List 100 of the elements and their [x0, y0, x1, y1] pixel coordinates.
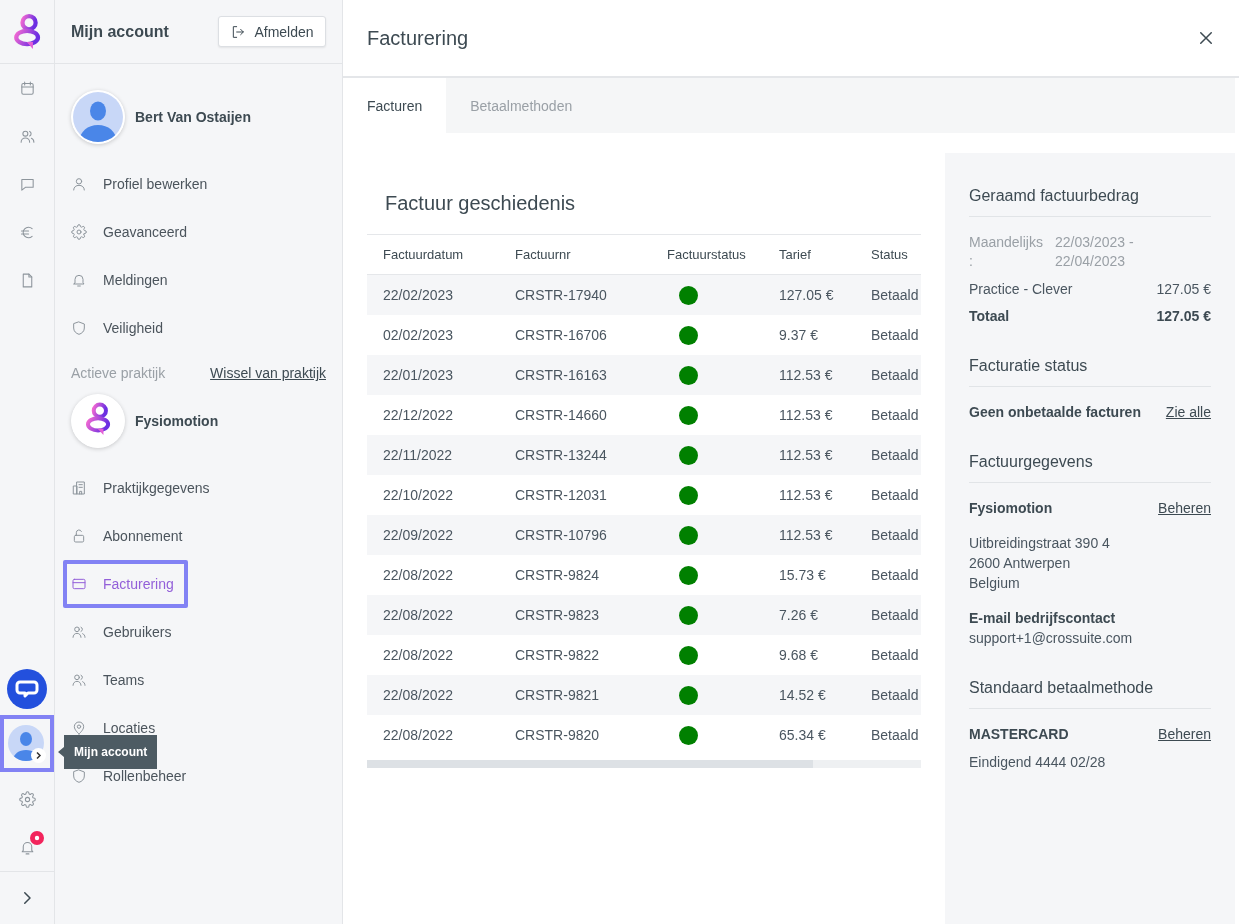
menu-item[interactable]: Abonnement — [63, 520, 197, 552]
shield-icon — [71, 320, 87, 336]
menu-item[interactable]: Facturering — [63, 560, 188, 608]
table-cell: Betaald — [871, 447, 919, 463]
table-cell: 22/08/2022 — [383, 647, 454, 663]
column-header: Factuurdatum — [383, 247, 464, 262]
tab[interactable]: Facturen — [343, 78, 447, 133]
manage-link[interactable]: Beheren — [1158, 724, 1211, 744]
table-cell: 112.53 € — [779, 407, 833, 423]
settings-icon[interactable] — [18, 790, 36, 808]
column-header: Factuurnr — [515, 247, 571, 262]
table-cell: 112.53 € — [779, 487, 833, 503]
card-detail: Eindigend 4444 02/28 — [969, 754, 1106, 770]
see-all-link[interactable]: Zie alle — [1165, 402, 1211, 422]
table-cell: CRSTR-9820 — [515, 727, 600, 743]
horizontal-scrollbar[interactable] — [367, 760, 921, 768]
table-cell: Betaald — [871, 727, 919, 743]
section-title: Factuurgegevens — [969, 453, 1093, 470]
menu-item[interactable]: Teams — [63, 664, 159, 696]
table-cell: Betaald — [871, 687, 919, 703]
switch-practice-link[interactable]: Wissel van praktijk — [210, 365, 326, 381]
users-icon — [71, 624, 87, 640]
company-name: Fysiomotion — [969, 499, 1053, 518]
menu-item[interactable]: Profiel bewerken — [63, 168, 222, 200]
card-brand: MASTERCARD — [969, 725, 1069, 744]
location-pin-icon — [71, 720, 87, 736]
section-title: Geraamd factuurbedrag — [969, 187, 1139, 204]
chat-bubble-icon[interactable] — [7, 669, 47, 709]
menu-item[interactable]: Praktijkgegevens — [63, 472, 224, 504]
table-cell: CRSTR-16706 — [515, 327, 607, 343]
menu-item[interactable]: Meldingen — [63, 264, 182, 296]
close-icon[interactable] — [1197, 29, 1215, 47]
table-cell: Betaald — [871, 367, 919, 383]
line-item-label: Practice - Clever — [969, 280, 1073, 299]
section-title: Facturatie status — [969, 357, 1088, 374]
shield-icon — [71, 768, 87, 784]
table-cell: 22/02/2023 — [383, 287, 454, 303]
total-amount: 127.05 € — [1156, 307, 1211, 326]
total-label: Totaal — [969, 307, 1010, 326]
calendar-icon[interactable] — [18, 79, 36, 97]
avatar-icon — [7, 723, 47, 764]
practice-logo-icon — [71, 394, 125, 448]
building-icon — [71, 480, 87, 496]
table-cell: 112.53 € — [779, 367, 833, 383]
user-avatar-icon — [71, 90, 125, 144]
table-cell: 65.34 € — [779, 727, 826, 743]
table-cell: CRSTR-16163 — [515, 367, 607, 383]
settings-icon — [71, 224, 87, 240]
period-dates: 22/03/2023 - 22/04/2023 — [1055, 233, 1135, 271]
scrollbar-thumb[interactable] — [367, 760, 813, 768]
practice-name: Fysiomotion — [135, 413, 219, 429]
table-cell: 7.26 € — [779, 607, 818, 623]
user-name: Bert Van Ostaijen — [135, 109, 251, 125]
table-cell: CRSTR-9822 — [515, 647, 600, 663]
table-cell: Betaald — [871, 647, 919, 663]
table-cell: 127.05 € — [779, 287, 834, 303]
table-cell: Betaald — [871, 527, 919, 543]
email-address: support+1@crossuite.com — [969, 630, 1133, 646]
table-cell: 22/10/2022 — [383, 487, 454, 503]
table-cell: 112.53 € — [779, 447, 833, 463]
table-cell: 14.52 € — [779, 687, 826, 703]
account-button[interactable] — [0, 715, 54, 772]
table-cell: 22/12/2022 — [383, 407, 454, 423]
column-header: Tarief — [779, 247, 811, 262]
table-cell: CRSTR-9824 — [515, 567, 600, 583]
status-text: Geen onbetaalde facturen — [969, 403, 1141, 422]
table-cell: 9.68 € — [779, 647, 818, 663]
table-cell: CRSTR-17940 — [515, 287, 607, 303]
section-title: Factuur geschiedenis — [385, 192, 576, 214]
menu-item[interactable]: Gebruikers — [63, 616, 186, 648]
panel-title: Mijn account — [71, 22, 169, 41]
table-cell: CRSTR-14660 — [515, 407, 607, 423]
address-line: 2600 Antwerpen — [969, 555, 1071, 571]
tooltip: Mijn account — [58, 735, 158, 769]
menu-item[interactable]: Veiligheid — [63, 312, 177, 344]
menu-item[interactable]: Geavanceerd — [63, 216, 202, 248]
table-cell: CRSTR-9821 — [515, 687, 600, 703]
address-line: Uitbreidingstraat 390 4 — [969, 535, 1110, 551]
table-cell: CRSTR-9823 — [515, 607, 600, 623]
users-icon — [71, 672, 87, 688]
email-label: E-mail bedrijfscontact — [969, 610, 1116, 626]
bell-icon — [71, 272, 87, 288]
page-title: Facturering — [367, 26, 469, 50]
logout-icon — [230, 23, 247, 40]
logout-button[interactable]: Afmelden — [218, 16, 326, 47]
table-cell: CRSTR-10796 — [515, 527, 607, 543]
credit-card-icon — [71, 576, 87, 592]
table-cell: 9.37 € — [779, 327, 818, 343]
table-cell: 22/08/2022 — [383, 607, 454, 623]
logo-icon[interactable] — [11, 12, 43, 51]
table-cell: 22/01/2023 — [383, 367, 454, 383]
padlock-icon — [71, 528, 87, 544]
table-cell: 22/08/2022 — [383, 687, 454, 703]
section-label: Actieve praktijk — [71, 365, 166, 381]
manage-link[interactable]: Beheren — [1158, 498, 1211, 518]
table-cell: CRSTR-12031 — [515, 487, 607, 503]
table-cell: Betaald — [871, 327, 919, 343]
table-cell: Betaald — [871, 567, 919, 583]
section-title: Standaard betaalmethode — [969, 679, 1154, 696]
line-item-amount: 127.05 € — [1156, 280, 1211, 299]
